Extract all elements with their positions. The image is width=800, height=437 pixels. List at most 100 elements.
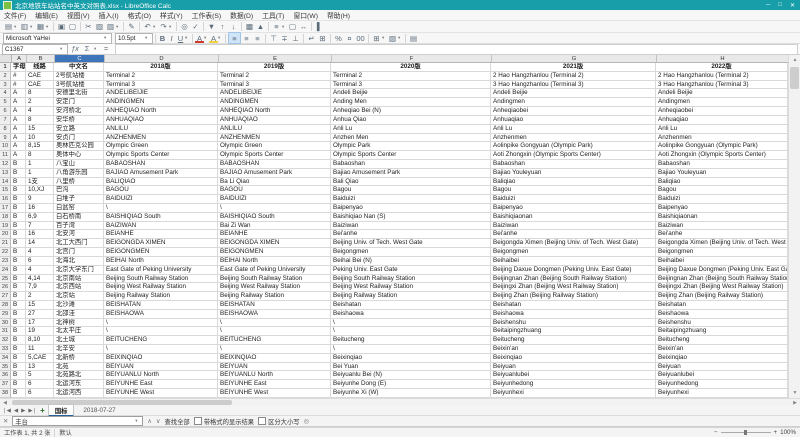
- cell[interactable]: B: [11, 275, 26, 284]
- cell[interactable]: BAIDUIZI: [104, 195, 218, 204]
- row-header[interactable]: 9: [0, 134, 11, 143]
- column-header-G[interactable]: G: [492, 55, 657, 62]
- cell[interactable]: Beiyuanlu Bei (N): [331, 371, 491, 380]
- menu-item[interactable]: 编辑(E): [35, 10, 58, 20]
- cell[interactable]: ANHUAQIAO: [218, 116, 331, 125]
- column-header-D[interactable]: D: [105, 55, 219, 62]
- cell[interactable]: Baiduizi: [331, 195, 491, 204]
- cell[interactable]: Beitaipingzhuang: [656, 327, 788, 336]
- column-header-E[interactable]: E: [219, 55, 332, 62]
- cell[interactable]: B: [11, 389, 26, 398]
- menu-item[interactable]: 文件(F): [4, 10, 26, 20]
- menu-item[interactable]: 格式(O): [128, 10, 151, 20]
- cell[interactable]: BAJIAO Amusement Park: [218, 169, 331, 178]
- menu-item[interactable]: 工具(T): [262, 10, 284, 20]
- cell[interactable]: Beigongmen: [656, 248, 788, 257]
- cell[interactable]: Ba Li Qiao: [218, 178, 331, 187]
- cell[interactable]: ANHEQIAO North: [218, 107, 331, 116]
- chevron-down-icon[interactable]: ▾: [135, 418, 140, 424]
- cell[interactable]: Baliqiao: [491, 178, 656, 187]
- zoom-out-icon[interactable]: −: [714, 429, 718, 436]
- cell[interactable]: Babaoshan: [331, 160, 491, 169]
- row-header[interactable]: 35: [0, 363, 11, 372]
- cell[interactable]: Beihaibei: [656, 257, 788, 266]
- row-header[interactable]: 23: [0, 257, 11, 266]
- comment-icon[interactable]: ▢: [287, 22, 298, 32]
- function-wizard-icon[interactable]: ƒx: [70, 46, 80, 53]
- cell[interactable]: Terminal 2: [218, 72, 331, 81]
- cell[interactable]: #: [11, 72, 26, 81]
- print-preview-icon[interactable]: ▢: [67, 22, 78, 32]
- cell[interactable]: ANZHENMEN: [104, 134, 218, 143]
- cell[interactable]: 13: [26, 363, 54, 372]
- cell[interactable]: #: [11, 81, 26, 90]
- cell[interactable]: B: [11, 292, 26, 301]
- cell[interactable]: A: [11, 107, 26, 116]
- cell[interactable]: Baipenyao: [491, 204, 656, 213]
- cell[interactable]: 6: [26, 257, 54, 266]
- cell[interactable]: 北神树: [54, 319, 104, 328]
- cell[interactable]: Peking Univ. East Gate: [331, 266, 491, 275]
- cell[interactable]: 北京站: [54, 292, 104, 301]
- cell[interactable]: Beiyuanlubei: [491, 371, 656, 380]
- cell[interactable]: 安贞门: [54, 134, 104, 143]
- horizontal-scroll-thumb[interactable]: [12, 400, 232, 405]
- cell[interactable]: Baishiqiao Nan (S): [331, 213, 491, 222]
- cell[interactable]: Beihai Bei (N): [331, 257, 491, 266]
- cell[interactable]: Bajiao Youleyuan: [491, 169, 656, 178]
- italic-icon[interactable]: I: [167, 33, 176, 43]
- align-center-icon[interactable]: ≡: [241, 33, 252, 43]
- cell[interactable]: 19: [26, 327, 54, 336]
- formatted-display-checkbox[interactable]: 带格式的显示结果: [194, 417, 254, 426]
- menu-item[interactable]: 插入(I): [99, 10, 119, 20]
- cell[interactable]: 安定门: [54, 98, 104, 107]
- cell[interactable]: 2 Hao Hangzhanlou (Terminal 2): [491, 72, 656, 81]
- cell[interactable]: Beiyuan: [491, 363, 656, 372]
- cell[interactable]: Aolinpike Gongyuan (Olympic Park): [656, 142, 788, 151]
- row-header[interactable]: 7: [0, 116, 11, 125]
- find-and-replace-icon[interactable]: ◎: [304, 418, 310, 425]
- cell[interactable]: 1: [26, 169, 54, 178]
- cell[interactable]: \: [218, 319, 331, 328]
- row-header[interactable]: 27: [0, 292, 11, 301]
- cell[interactable]: Anhua Qiao: [331, 116, 491, 125]
- find-replace-icon[interactable]: ◎: [179, 22, 190, 32]
- align-top-icon[interactable]: ⊤: [268, 33, 279, 43]
- cell[interactable]: B: [11, 178, 26, 187]
- cut-icon[interactable]: ✂: [83, 22, 94, 32]
- row-header[interactable]: 32: [0, 336, 11, 345]
- column-header-C[interactable]: C: [55, 55, 105, 62]
- cell[interactable]: 北京南站: [54, 275, 104, 284]
- sort-descending-icon[interactable]: ↓: [228, 22, 239, 32]
- cell[interactable]: BABAOSHAN: [218, 160, 331, 169]
- cell[interactable]: \: [218, 345, 331, 354]
- cell[interactable]: ANHUAQIAO: [104, 116, 218, 125]
- menu-item[interactable]: 样式(Y): [160, 10, 183, 20]
- merge-cells-icon[interactable]: ⊞: [317, 33, 328, 43]
- cell[interactable]: Beiyunhedong: [491, 380, 656, 389]
- cell[interactable]: BEISHATAN: [218, 301, 331, 310]
- cell[interactable]: CAE: [26, 72, 54, 81]
- zoom-in-icon[interactable]: +: [774, 429, 778, 436]
- cell[interactable]: 北辛安: [54, 345, 104, 354]
- cell[interactable]: B: [11, 371, 26, 380]
- row-header[interactable]: 34: [0, 354, 11, 363]
- cell[interactable]: 北海北: [54, 257, 104, 266]
- cell[interactable]: Beijing Railway Station: [104, 292, 218, 301]
- cell[interactable]: BEIANHE: [218, 230, 331, 239]
- find-all-button[interactable]: 查找全部: [165, 417, 190, 426]
- cell[interactable]: 4,14: [26, 275, 54, 284]
- menu-item[interactable]: 帮助(H): [327, 10, 350, 20]
- cell[interactable]: Beijing South Railway Station: [331, 275, 491, 284]
- row-header[interactable]: 16: [0, 195, 11, 204]
- formula-icon[interactable]: =: [101, 46, 111, 53]
- cell[interactable]: 奥林匹克公园: [54, 142, 104, 151]
- cell[interactable]: 10,XJ: [26, 186, 54, 195]
- font-size-combo[interactable]: 10.5pt ▾: [115, 33, 153, 44]
- cell[interactable]: Bagou: [331, 186, 491, 195]
- header-cell[interactable]: 2020版: [331, 63, 491, 72]
- cell[interactable]: Beihaibei: [491, 257, 656, 266]
- cell[interactable]: 安德里北街: [54, 89, 104, 98]
- sidebar-icon[interactable]: ▌: [314, 22, 325, 32]
- cell[interactable]: Beishenshu: [491, 319, 656, 328]
